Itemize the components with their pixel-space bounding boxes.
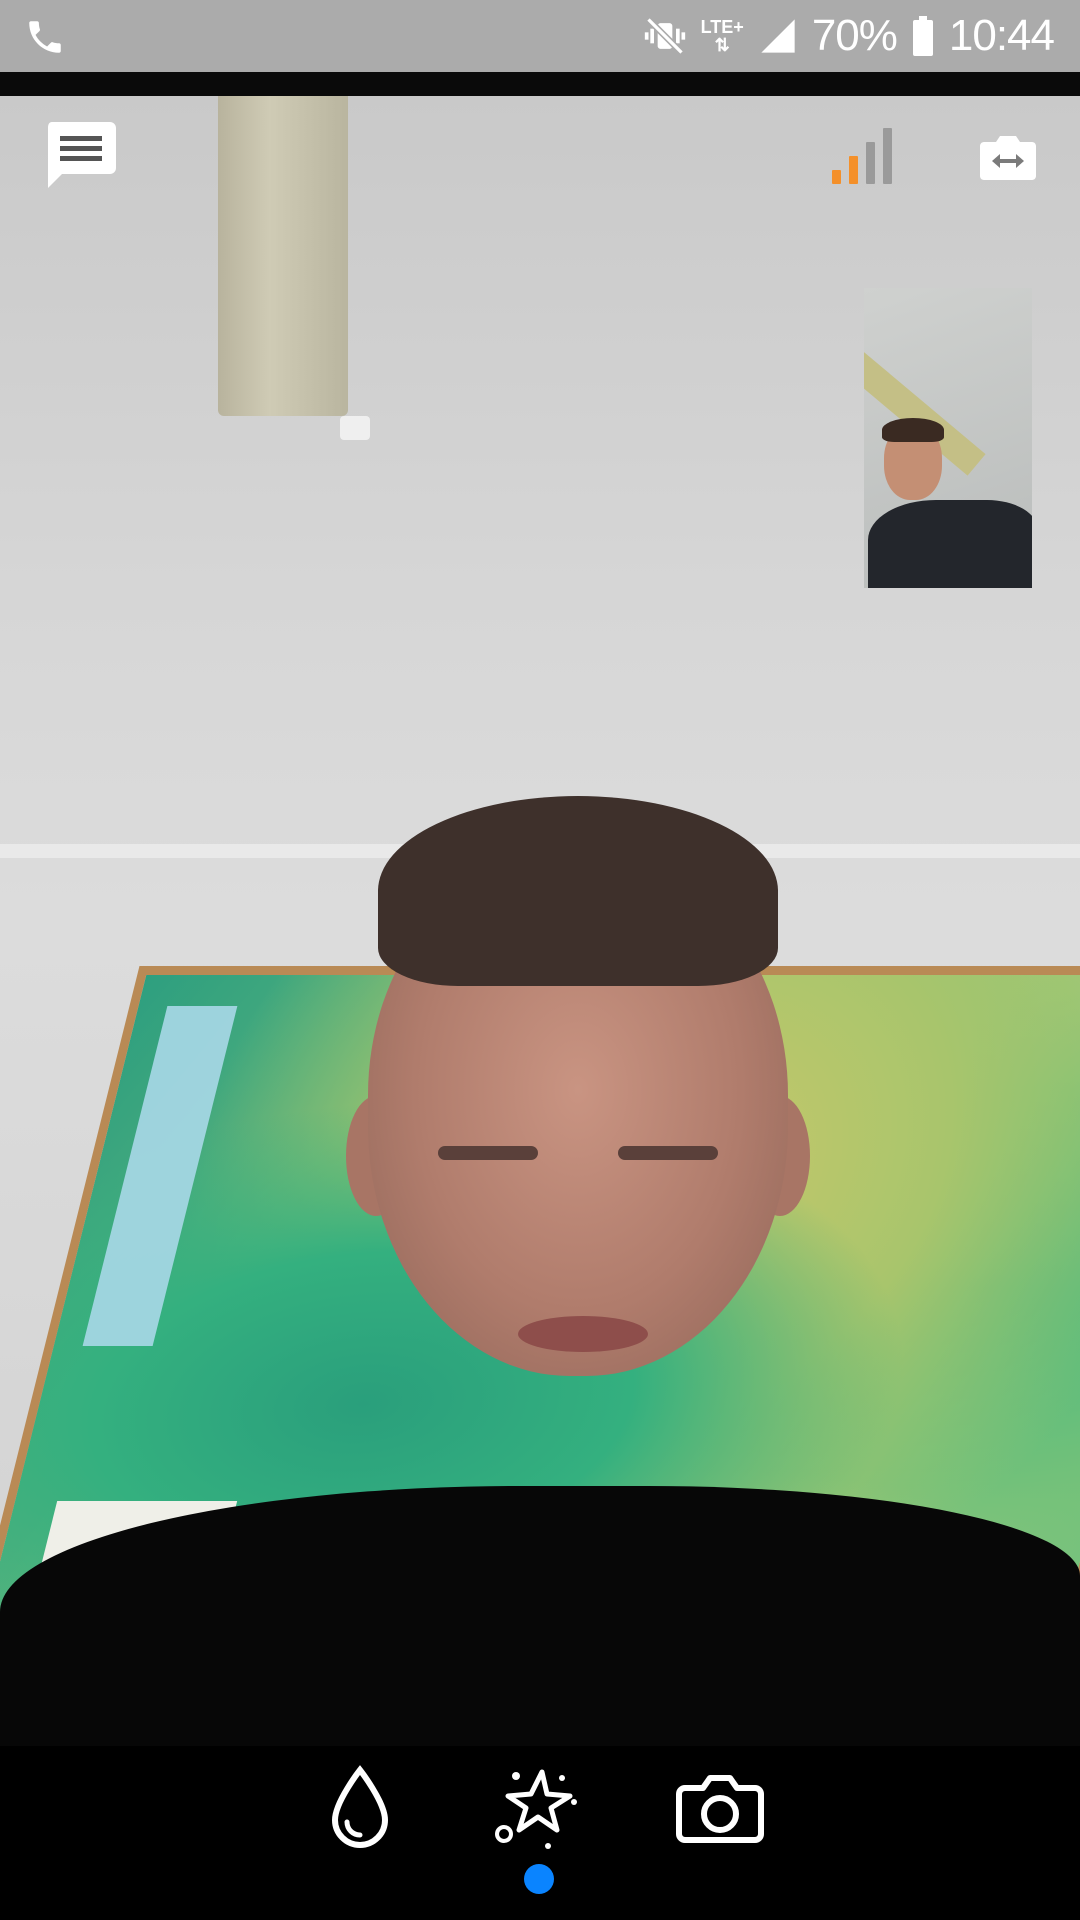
status-bar: LTE+ ⇅ 70% 10:44 <box>0 0 1080 72</box>
hair <box>378 796 778 986</box>
phone-icon <box>29 21 61 53</box>
divider <box>0 72 1080 96</box>
remote-participant <box>346 796 810 1436</box>
network-type: LTE+ ⇅ <box>700 17 744 55</box>
self-hair <box>882 418 944 442</box>
mouth <box>518 1316 648 1352</box>
switch-camera-icon[interactable] <box>980 134 1036 182</box>
quality-bar-1 <box>832 170 841 184</box>
effects-star-icon[interactable] <box>490 1762 580 1852</box>
battery-percent: 70% <box>811 11 898 60</box>
battery-icon <box>912 16 933 56</box>
quality-bar-3 <box>866 142 875 184</box>
clock: 10:44 <box>948 11 1055 60</box>
background-lamp <box>218 96 348 416</box>
chat-icon[interactable] <box>46 122 116 188</box>
self-preview[interactable] <box>864 288 1032 588</box>
quality-bar-2 <box>849 156 858 184</box>
eyebrow-right <box>618 1146 718 1160</box>
background-lamp-cap <box>340 416 370 440</box>
drop-icon[interactable] <box>315 1762 405 1852</box>
self-body <box>868 500 1032 588</box>
quality-bar-4 <box>883 128 892 184</box>
remote-shirt <box>0 1486 1080 1746</box>
signal-icon <box>761 19 795 53</box>
eyebrow-left <box>438 1146 538 1160</box>
selected-indicator <box>524 1864 554 1894</box>
connection-quality-icon <box>832 128 894 184</box>
vibrate-mute-icon <box>644 17 685 55</box>
camera-icon[interactable] <box>675 1762 765 1852</box>
